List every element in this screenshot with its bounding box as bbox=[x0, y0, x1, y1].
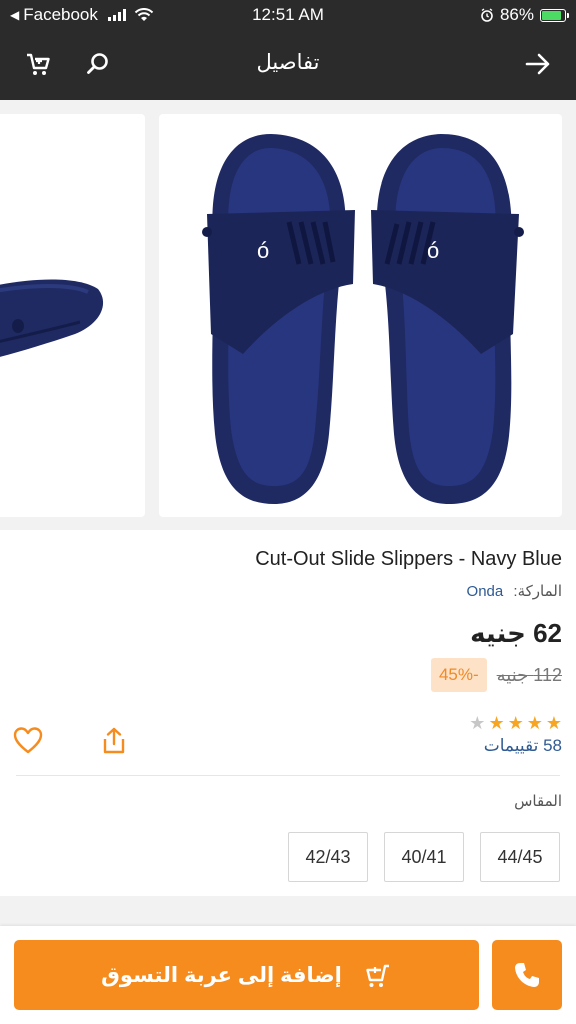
call-button[interactable] bbox=[492, 940, 562, 1010]
alarm-icon bbox=[481, 8, 493, 22]
battery-percent: 86% bbox=[499, 5, 534, 24]
add-cart-icon bbox=[366, 964, 389, 987]
brand-label: الماركة: bbox=[513, 583, 562, 600]
add-to-cart-button[interactable]: إضافة إلى عربة التسوق bbox=[14, 940, 479, 1010]
status-right: 86% bbox=[480, 5, 569, 25]
old-price-row: 112 جنيه -45% bbox=[430, 658, 562, 692]
slipper-pair-image: ó ó bbox=[202, 134, 524, 504]
star-icon: ★ bbox=[526, 713, 543, 733]
old-price: 112 جنيه bbox=[496, 664, 562, 685]
onda-logo-right: ó bbox=[427, 238, 439, 263]
phone-icon bbox=[515, 963, 539, 987]
star-icon: ★ bbox=[488, 713, 505, 733]
arrow-right-icon[interactable] bbox=[520, 46, 556, 82]
gallery-image-main[interactable]: ó ó bbox=[159, 114, 562, 517]
ratings-count-link[interactable]: 58 تقييمات bbox=[484, 736, 562, 756]
onda-logo: ó bbox=[257, 238, 269, 263]
bottom-action-bar: إضافة إلى عربة التسوق bbox=[0, 926, 576, 1024]
gallery-image-side[interactable] bbox=[0, 114, 145, 517]
divider bbox=[16, 775, 560, 776]
share-icon[interactable] bbox=[99, 726, 129, 756]
product-gallery[interactable]: ó ó bbox=[0, 100, 576, 530]
star-icon: ★ bbox=[469, 713, 486, 733]
battery-icon bbox=[540, 8, 569, 22]
status-bar: ◀ Facebook 12:51 AM 86% bbox=[0, 0, 576, 30]
star-icon: ★ bbox=[545, 713, 562, 733]
brand-row: الماركة: Onda bbox=[467, 582, 562, 600]
size-option-44-45[interactable]: 44/45 bbox=[480, 832, 560, 882]
size-option-40-41[interactable]: 40/41 bbox=[384, 832, 464, 882]
page-title: تفاصيل bbox=[256, 51, 320, 74]
brand-link[interactable]: Onda bbox=[467, 583, 504, 600]
rating-stars: ★ ★ ★ ★ ★ bbox=[469, 714, 562, 732]
size-option-42-43[interactable]: 42/43 bbox=[288, 832, 368, 882]
battery-level-fill bbox=[542, 10, 561, 20]
app-bar: تفاصيل bbox=[0, 30, 576, 100]
add-to-cart-label: إضافة إلى عربة التسوق bbox=[101, 963, 342, 987]
slipper-side-view-image bbox=[0, 279, 103, 357]
product-info: Cut-Out Slide Slippers - Navy Blue المار… bbox=[0, 530, 576, 896]
product-title: Cut-Out Slide Slippers - Navy Blue bbox=[255, 548, 562, 570]
star-icon: ★ bbox=[507, 713, 524, 733]
size-label: المقاس bbox=[514, 793, 562, 810]
heart-icon[interactable] bbox=[13, 726, 43, 756]
discount-badge: -45% bbox=[430, 658, 487, 692]
current-price: 62 جنيه bbox=[470, 618, 562, 648]
